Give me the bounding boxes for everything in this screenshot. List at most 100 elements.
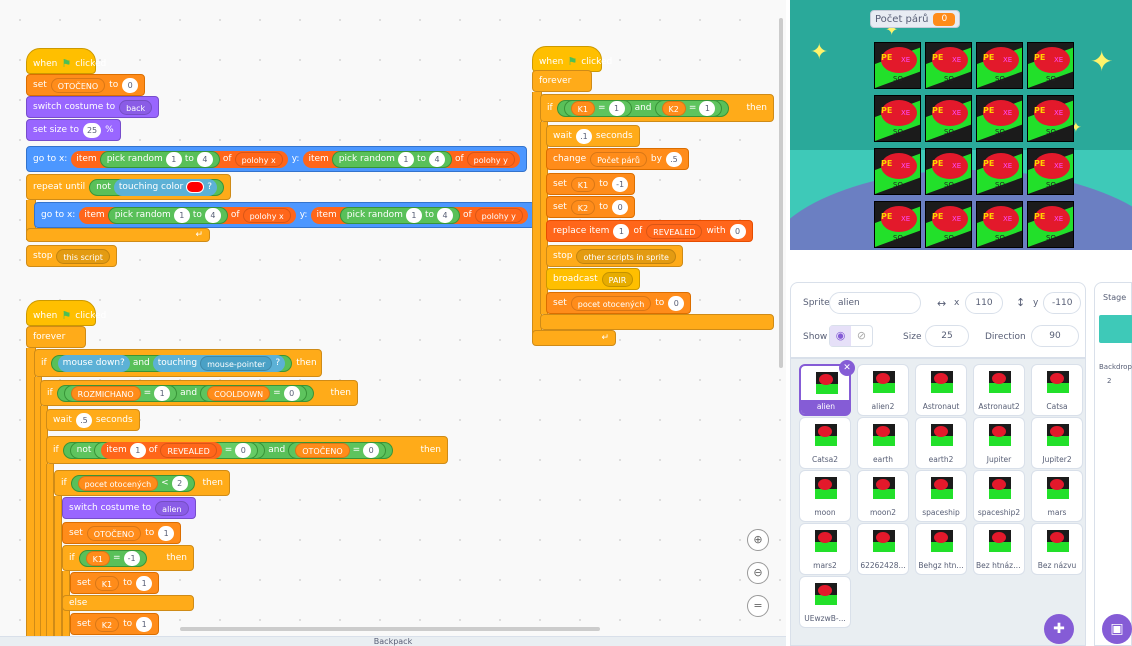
variable-reporter[interactable]: K1 [570,100,596,116]
backpack-bar[interactable]: Backpack [0,636,786,646]
horizontal-scrollbar[interactable] [180,627,600,631]
memory-card[interactable]: PE XE SO [976,95,1023,142]
variable-dropdown[interactable]: OTOČENO [50,77,106,93]
replace-item-block[interactable]: replace item 1 of REVEALED with 0 [546,220,753,242]
variable-reporter[interactable]: K2 [661,100,686,116]
value-input[interactable]: 1 [129,442,146,458]
eye-hidden-icon[interactable]: ⊘ [851,326,872,346]
item-reporter[interactable]: item 1 of REVEALED [101,441,222,459]
item-reporter[interactable]: item pick random 1 to 4 of polohy x [79,206,296,224]
when-flag-clicked-hat-2[interactable]: when ⚑ clicked [532,46,612,72]
memory-card[interactable]: PE XE SO [925,95,972,142]
sprite-tile[interactable]: 62262428... [857,523,909,575]
sprite-tile[interactable]: mars2 [799,523,851,575]
memory-card[interactable]: PE XE SO [1027,95,1074,142]
set-pocet-block[interactable]: set pocet otocených to 0 [546,292,692,314]
variable-dropdown[interactable]: K2 [570,199,596,215]
value-input[interactable]: -1 [612,176,629,192]
variable-reporter[interactable]: ROZMICHANO [70,385,141,401]
memory-card[interactable]: PE XE SO [874,95,921,142]
stop-other-block[interactable]: stop other scripts in sprite [546,245,683,267]
value-input[interactable]: 1 [165,151,182,167]
if-k1-k2-block[interactable]: if K1 = 1 and K2 = 1 then [540,94,774,122]
vertical-scrollbar[interactable] [779,18,783,368]
value-input[interactable]: 1 [158,525,175,541]
value-input[interactable]: 4 [204,207,221,223]
if-k1-block[interactable]: if K1 = -1 then [62,545,194,571]
color-swatch[interactable] [186,181,205,193]
stop-dropdown[interactable]: this script [56,248,110,264]
list-dropdown[interactable]: REVEALED [160,442,217,458]
forever-block-3[interactable]: forever [26,326,86,348]
set-k1-block[interactable]: set K1 to -1 [546,173,636,195]
item-reporter[interactable]: item pick random 1 to 4 of polohy y [303,150,520,168]
visibility-toggle[interactable]: ◉ ⊘ [829,325,873,347]
size-input[interactable]: 25 [82,122,102,138]
equals-reporter[interactable]: item 1 of REVEALED = 0 [94,441,259,459]
when-flag-clicked-hat-3[interactable]: when ⚑ clicked [26,300,106,326]
less-than-reporter[interactable]: pocet otocených <2 [70,474,195,492]
forever-block[interactable]: forever [532,70,592,92]
sprite-tile[interactable]: Jupiter [973,417,1025,469]
and-reporter[interactable]: K1 = 1 and K2 = 1 [556,99,730,117]
sprite-tile[interactable]: UEwzwB-... [799,576,851,628]
equals-reporter[interactable]: K1 = 1 [563,99,632,117]
change-var-block[interactable]: change Počet párů by .5 [546,148,689,170]
set-k2-block-3[interactable]: set K2 to 1 [70,613,160,635]
set-k2-block[interactable]: set K2 to 0 [546,196,636,218]
value-input[interactable]: 0 [235,442,252,458]
sprite-tile[interactable]: earth2 [915,417,967,469]
if-rozmichano-block[interactable]: if ROZMICHANO = 1 and COOLDOWN = 0 then [40,380,358,406]
variable-dropdown[interactable]: K1 [94,575,120,591]
equals-reporter[interactable]: OTOČENO = 0 [288,441,387,459]
stage-panel[interactable]: Stage Backdrop 2 [1094,282,1132,646]
else-block[interactable]: else [62,595,194,611]
set-k1-block-3[interactable]: set K1 to 1 [70,572,160,594]
set-otoceno-block-3[interactable]: set OTOČENO to 1 [62,522,182,544]
sprite-name-input[interactable]: alien [829,292,921,314]
costume-dropdown[interactable]: back [119,99,153,115]
value-input[interactable]: 1 [136,575,153,591]
choose-backdrop-button[interactable]: ▣ [1102,614,1132,644]
y-input[interactable]: -110 [1043,292,1081,314]
variable-reporter[interactable]: pocet otocených [77,475,159,491]
value-input[interactable]: 2 [171,475,188,491]
memory-card[interactable]: PE XE SO [1027,42,1074,89]
sprite-tile[interactable]: Catsa2 [799,417,851,469]
stop-block[interactable]: stop this script [26,245,117,267]
value-input[interactable]: 1 [173,207,190,223]
sprite-tile[interactable]: spaceship [915,470,967,522]
set-otoceno-block[interactable]: set OTOČENO to 0 [26,74,146,96]
memory-card[interactable]: PE XE SO [874,148,921,195]
equals-reporter[interactable]: ROZMICHANO = 1 [63,384,178,402]
zoom-in-button[interactable]: ⊕ [747,529,769,551]
value-input[interactable]: 0 [729,223,746,239]
variable-dropdown[interactable]: K1 [570,176,596,192]
memory-card[interactable]: PE XE SO [925,201,972,248]
memory-card[interactable]: PE XE SO [976,201,1023,248]
stop-dropdown[interactable]: other scripts in sprite [576,248,676,264]
mouse-down-reporter[interactable]: mouse down? [57,354,130,372]
sprite-tile[interactable]: earth [857,417,909,469]
sprite-tile[interactable]: mars [1031,470,1083,522]
touching-reporter[interactable]: touching mouse-pointer? [152,354,286,372]
costume-dropdown[interactable]: alien [155,500,189,516]
value-input[interactable]: 1 [405,207,422,223]
memory-card[interactable]: PE XE SO [1027,148,1074,195]
memory-card[interactable]: PE XE SO [925,148,972,195]
value-input[interactable]: -1 [123,550,140,566]
variable-dropdown[interactable]: K2 [94,616,120,632]
sprite-tile[interactable]: moon2 [857,470,909,522]
list-dropdown[interactable]: REVEALED [646,223,703,239]
value-input[interactable]: 0 [363,442,380,458]
if-mouse-down-block[interactable]: if mouse down? and touching mouse-pointer? th… [34,349,322,377]
size-input[interactable]: 25 [925,325,969,347]
eye-icon[interactable]: ◉ [830,326,851,346]
sprite-tile[interactable]: alien ✕ [799,360,855,416]
if-not-revealed-block[interactable]: if not item 1 of REVEALED = 0 and OTOČENO = 0 then [46,436,448,464]
variable-dropdown[interactable]: Počet párů [590,151,647,167]
sprite-tile[interactable]: moon [799,470,851,522]
memory-card[interactable]: PE XE SO [976,42,1023,89]
not-reporter[interactable]: not item 1 of REVEALED = 0 [69,441,266,459]
value-input[interactable]: 1 [154,385,171,401]
